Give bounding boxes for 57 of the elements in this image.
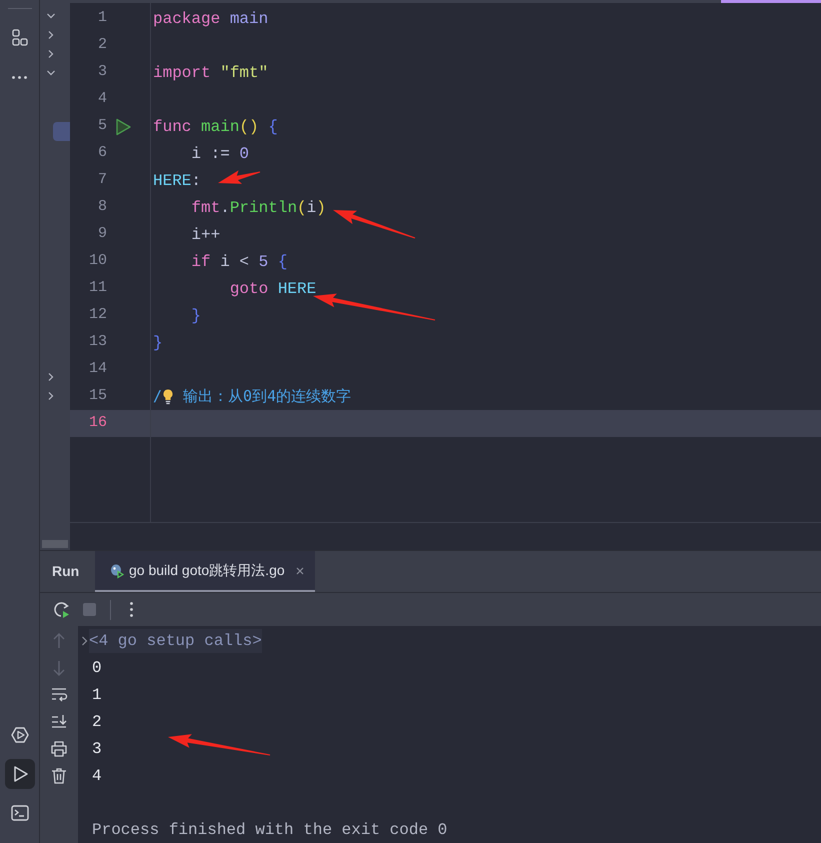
line-number: 1 [96,8,107,28]
run-gutter-icon[interactable] [114,118,132,136]
lightbulb-icon[interactable] [162,388,174,406]
output-line: 4 [92,766,102,786]
output-line: 3 [92,738,102,760]
scrollbar-thumb[interactable] [42,540,68,548]
run-tab[interactable]: go build goto跳转用法.go [95,551,315,592]
code-line: i := 0 [190,144,250,164]
line-number: 9 [96,224,107,244]
line-number: 14 [88,359,107,380]
chevron-right-icon[interactable] [46,30,56,40]
process-status-text: Process finished with the exit code 0 [92,820,448,840]
go-run-icon [109,562,125,578]
run-button[interactable] [4,759,34,789]
line-number: 6 [96,143,107,164]
output-line: 1 [92,684,102,706]
close-icon[interactable] [294,566,305,576]
output-line: 2 [92,712,102,732]
chevron-right-icon[interactable] [46,48,56,58]
code-line: / 输出：从0到4的连续数字 [152,386,352,408]
services-icon [10,725,30,745]
output-line: 0 [92,658,102,678]
code-line: goto HERE [228,278,316,300]
line-number: 13 [88,332,107,352]
chevron-right-icon[interactable] [46,372,56,382]
trash-icon [49,766,69,786]
chevron-down-icon[interactable] [46,10,56,20]
code-line: } [190,306,202,326]
line-number: 3 [96,62,107,82]
code-line: import "fmt" [152,62,268,84]
line-number: 4 [96,89,107,110]
panel-title: Run [51,562,80,581]
line-number: 5 [96,116,107,136]
code-line: func main() { [152,116,278,138]
more-icon [12,76,27,78]
line-number: 2 [96,35,107,56]
chevron-right-icon[interactable] [81,634,89,646]
line-number: 16 [88,413,107,434]
code-line: } [152,332,163,354]
code-line: if i < 5 { [190,252,288,272]
line-number: 12 [88,305,107,326]
chevron-down-icon[interactable] [46,68,56,78]
code-line: HERE: [152,170,202,192]
terminal-icon [10,803,30,823]
code-line: i++ [190,224,220,246]
line-number: 11 [88,278,107,298]
chevron-right-icon[interactable] [46,390,56,400]
line-number: 15 [88,386,107,406]
line-number: 8 [96,197,107,218]
printer-icon [49,739,69,759]
annotation-arrow [218,170,260,184]
structure-icon [10,28,30,48]
code-line: fmt.Println(i) [190,198,326,218]
line-number: 7 [96,170,107,190]
line-number: 10 [88,251,107,272]
code-line: package main [152,8,268,30]
kebab-menu-icon [130,602,132,617]
